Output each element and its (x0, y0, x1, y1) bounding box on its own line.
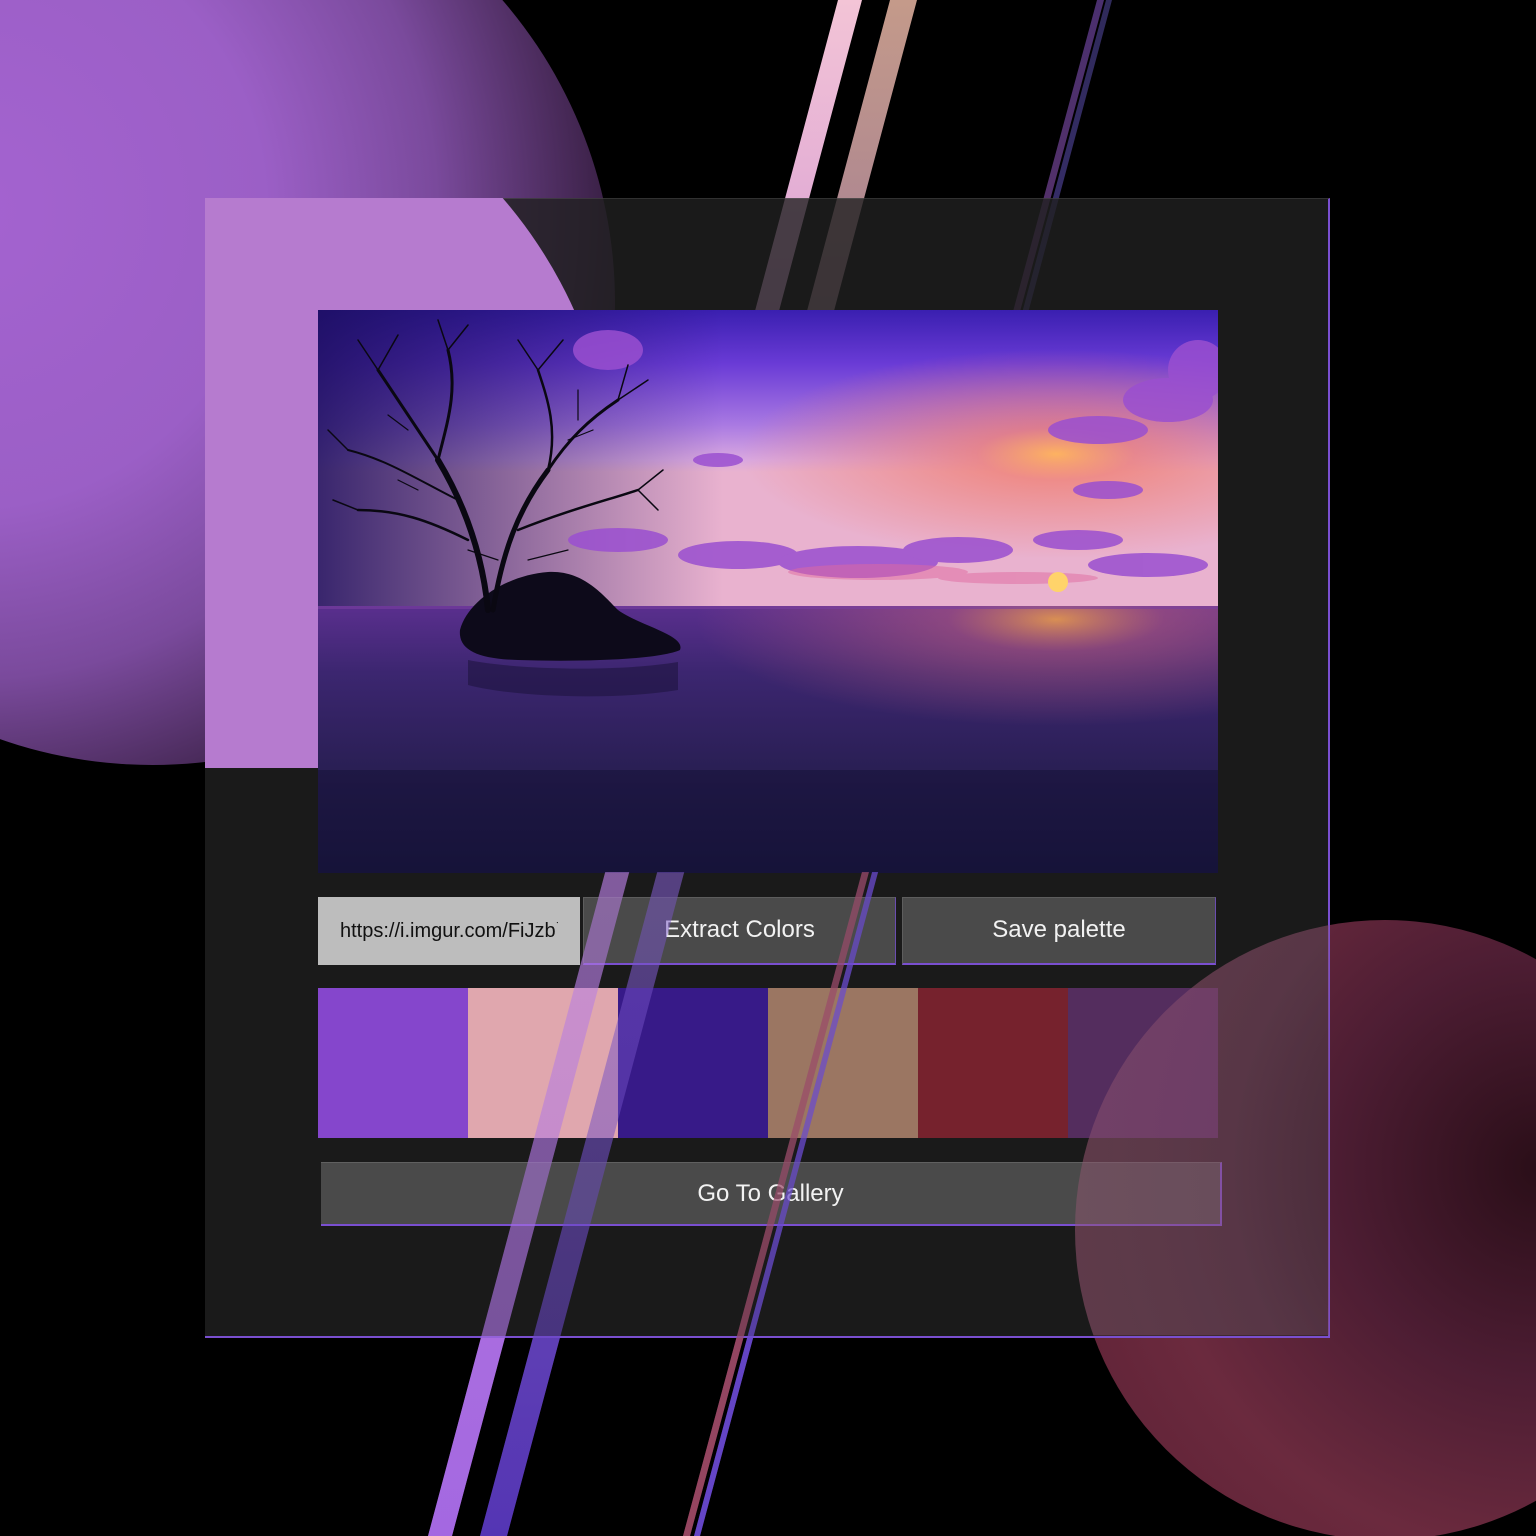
color-palette (318, 988, 1218, 1138)
image-preview (318, 310, 1218, 873)
palette-swatch[interactable] (918, 988, 1068, 1138)
image-url-input[interactable] (318, 897, 580, 965)
save-palette-button[interactable]: Save palette (902, 897, 1216, 965)
go-to-gallery-button[interactable]: Go To Gallery (321, 1162, 1222, 1226)
extract-colors-button[interactable]: Extract Colors (583, 897, 896, 965)
palette-swatch[interactable] (618, 988, 768, 1138)
sunset-landscape-image (318, 310, 1218, 873)
controls-row: Extract Colors Save palette (318, 897, 1218, 965)
palette-swatch[interactable] (318, 988, 468, 1138)
app-stage: Extract Colors Save palette Go To Galler… (0, 0, 1536, 1536)
palette-swatch[interactable] (468, 988, 618, 1138)
palette-swatch[interactable] (1068, 988, 1218, 1138)
palette-swatch[interactable] (768, 988, 918, 1138)
